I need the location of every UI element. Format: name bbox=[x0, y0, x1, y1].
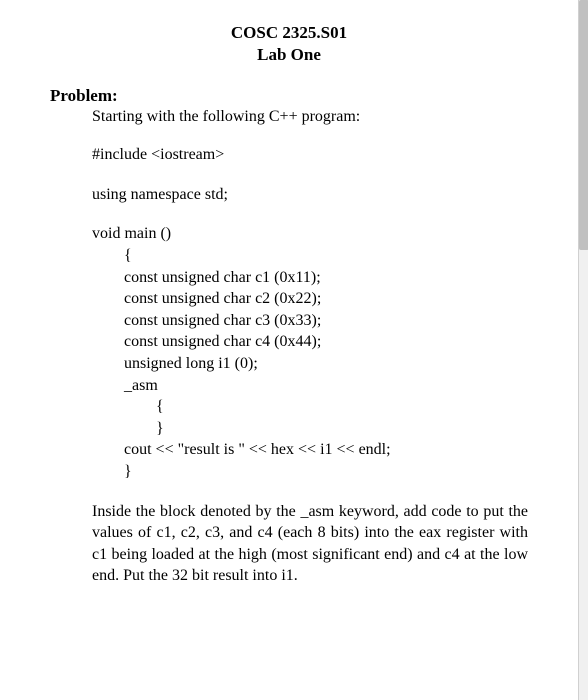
code-asm: _asm bbox=[92, 375, 528, 397]
document-header: COSC 2325.S01 Lab One bbox=[50, 22, 528, 66]
code-asm-open: { bbox=[92, 396, 528, 418]
section-label: Problem: bbox=[50, 86, 528, 106]
code-asm-close: } bbox=[92, 418, 528, 440]
code-cout: cout << "result is " << hex << i1 << end… bbox=[92, 439, 528, 461]
instruction-text: Inside the block denoted by the _asm key… bbox=[92, 501, 528, 587]
intro-text: Starting with the following C++ program: bbox=[92, 108, 528, 126]
code-main-sig: void main () bbox=[92, 223, 528, 245]
content-block: Starting with the following C++ program:… bbox=[50, 108, 528, 587]
code-c4: const unsigned char c4 (0x44); bbox=[92, 331, 528, 353]
lab-title: Lab One bbox=[50, 44, 528, 66]
vertical-scrollbar[interactable] bbox=[578, 0, 588, 700]
scrollbar-thumb[interactable] bbox=[579, 0, 588, 250]
code-i1: unsigned long i1 (0); bbox=[92, 353, 528, 375]
code-c1: const unsigned char c1 (0x11); bbox=[92, 267, 528, 289]
code-c3: const unsigned char c3 (0x33); bbox=[92, 310, 528, 332]
code-brace-open: { bbox=[92, 245, 528, 267]
course-code: COSC 2325.S01 bbox=[50, 22, 528, 44]
code-include: #include <iostream> bbox=[92, 144, 528, 166]
code-c2: const unsigned char c2 (0x22); bbox=[92, 288, 528, 310]
code-using: using namespace std; bbox=[92, 184, 528, 206]
code-brace-close: } bbox=[92, 461, 528, 483]
